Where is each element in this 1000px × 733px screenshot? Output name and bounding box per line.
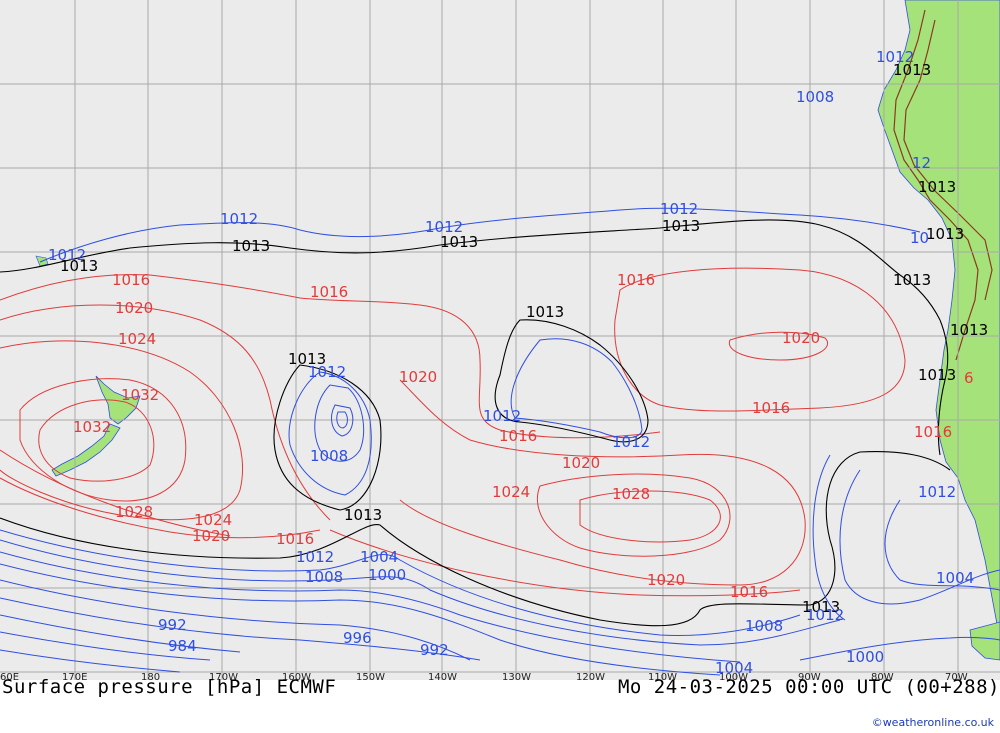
label-1013: 1013 bbox=[232, 237, 270, 255]
label-996: 996 bbox=[343, 629, 372, 647]
label-1008: 1008 bbox=[796, 88, 834, 106]
isobar-1012-low bbox=[288, 371, 372, 496]
high-pressure-isobars bbox=[0, 267, 906, 597]
label-1013: 1013 bbox=[344, 506, 382, 524]
tierra-del-fuego bbox=[969, 621, 1000, 661]
label-1016: 1016 bbox=[752, 399, 790, 417]
label-1000: 1000 bbox=[846, 648, 884, 666]
label-1004: 1004 bbox=[360, 548, 398, 566]
label-1016: 1016 bbox=[730, 583, 768, 601]
south-america-land bbox=[877, 0, 1000, 641]
isobar-1028-center bbox=[579, 490, 721, 543]
label-1016: 1016 bbox=[112, 271, 150, 289]
label-1024: 1024 bbox=[118, 330, 156, 348]
pressure-map: 1013 1013 1013 1013 1013 1013 1013 1013 … bbox=[0, 0, 1000, 680]
label-1004: 1004 bbox=[936, 569, 974, 587]
label-1012: 1012 bbox=[806, 606, 844, 624]
label-1020: 1020 bbox=[115, 299, 153, 317]
label-1020: 1020 bbox=[782, 329, 820, 347]
label-1016: 1016 bbox=[276, 530, 314, 548]
label-1013: 1013 bbox=[926, 225, 964, 243]
label-1012: 1012 bbox=[660, 200, 698, 218]
isobar-980 bbox=[0, 649, 181, 673]
isobar-1013-low-ring bbox=[273, 364, 382, 511]
label-1032: 1032 bbox=[73, 418, 111, 436]
label-1028: 1028 bbox=[115, 503, 153, 521]
label-984: 984 bbox=[168, 637, 197, 655]
label-1020: 1020 bbox=[192, 527, 230, 545]
isobar-1012-north bbox=[39, 207, 921, 263]
label-1012: 1012 bbox=[296, 548, 334, 566]
label-1013: 1013 bbox=[918, 366, 956, 384]
isobar-1024 bbox=[0, 340, 244, 521]
label-1024: 1024 bbox=[492, 483, 530, 501]
label-1016: 1016 bbox=[914, 423, 952, 441]
valid-time: Mo 24-03-2025 00:00 UTC (00+288) bbox=[617, 676, 1000, 698]
label-partial: 10 bbox=[910, 229, 929, 247]
label-1012: 1012 bbox=[918, 483, 956, 501]
label-1024: 1024 bbox=[194, 511, 232, 529]
map-footer: Surface pressure [hPa] ECMWF Mo 24-03-20… bbox=[0, 676, 1000, 733]
label-1012: 1012 bbox=[876, 48, 914, 66]
label-1013: 1013 bbox=[893, 271, 931, 289]
label-1000: 1000 bbox=[368, 566, 406, 584]
label-1012: 1012 bbox=[220, 210, 258, 228]
label-1020: 1020 bbox=[399, 368, 437, 386]
label-1008: 1008 bbox=[745, 617, 783, 635]
label-partial: 12 bbox=[912, 154, 931, 172]
label-1012: 1012 bbox=[483, 407, 521, 425]
label-1016: 1016 bbox=[499, 427, 537, 445]
label-992: 992 bbox=[158, 616, 187, 634]
isobar-1008-south bbox=[0, 539, 841, 646]
isobar-1000-east bbox=[799, 636, 1000, 661]
map-canvas: 1013 1013 1013 1013 1013 1013 1013 1013 … bbox=[0, 0, 1000, 680]
isobar-1020-west bbox=[0, 304, 331, 521]
label-1032: 1032 bbox=[121, 386, 159, 404]
label-1020: 1020 bbox=[562, 454, 600, 472]
label-1028: 1028 bbox=[612, 485, 650, 503]
label-1012: 1012 bbox=[612, 433, 650, 451]
isobar-1016-south bbox=[0, 477, 321, 539]
label-1020: 1020 bbox=[647, 571, 685, 589]
isobar-labels: 1013 1013 1013 1013 1013 1013 1013 1013 … bbox=[48, 48, 988, 677]
label-1008: 1008 bbox=[305, 568, 343, 586]
label-1016: 1016 bbox=[617, 271, 655, 289]
label-992: 992 bbox=[420, 641, 449, 659]
product-title: Surface pressure [hPa] ECMWF bbox=[2, 676, 337, 698]
label-1013: 1013 bbox=[526, 303, 564, 321]
label-1012: 1012 bbox=[308, 363, 346, 381]
credit-link[interactable]: ©weatheronline.co.uk bbox=[872, 716, 994, 729]
label-1012: 1012 bbox=[425, 218, 463, 236]
label-partial: 6 bbox=[964, 369, 974, 387]
land-masses bbox=[35, 0, 1000, 661]
label-1013: 1013 bbox=[918, 178, 956, 196]
isobar-1016-east-ring bbox=[614, 267, 906, 412]
isobar-1000-south bbox=[0, 563, 721, 676]
isobar-996 bbox=[0, 579, 471, 661]
label-1008: 1008 bbox=[310, 447, 348, 465]
label-1016: 1016 bbox=[310, 283, 348, 301]
label-1013: 1013 bbox=[662, 217, 700, 235]
label-1012: 1012 bbox=[48, 246, 86, 264]
label-1013: 1013 bbox=[950, 321, 988, 339]
